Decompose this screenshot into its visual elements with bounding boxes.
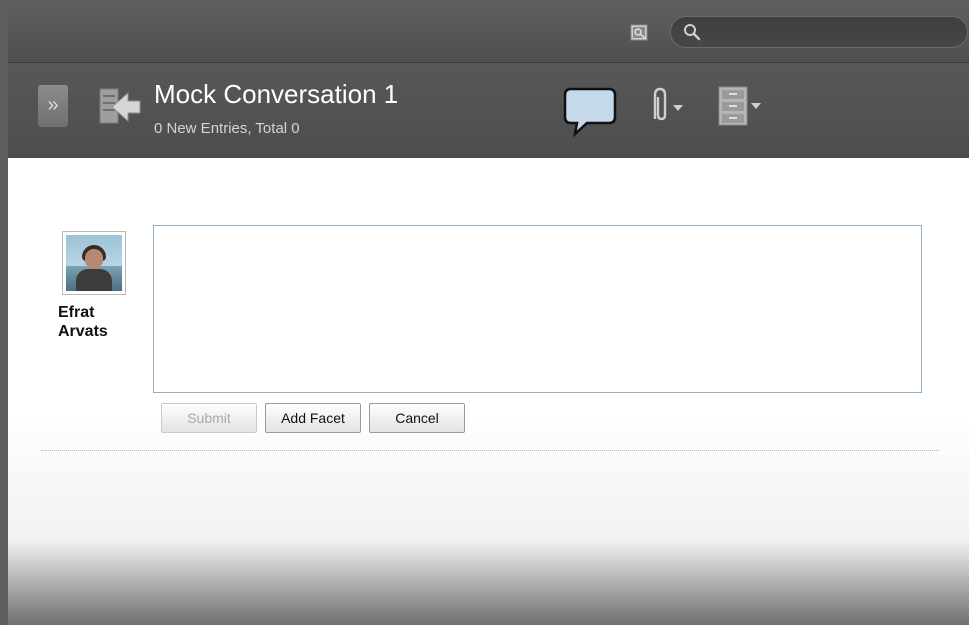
double-chevron-right-icon: »	[47, 94, 59, 116]
speech-bubble-icon[interactable]	[563, 85, 617, 142]
top-toolbar	[8, 0, 969, 63]
conversation-header: » Mock Conversation 1 0 New Entries, Tot…	[8, 63, 969, 158]
back-arrow-icon[interactable]	[96, 85, 142, 134]
avatar-photo	[66, 235, 122, 291]
search-box[interactable]	[670, 16, 968, 48]
entry-textarea[interactable]	[154, 226, 921, 392]
submit-button[interactable]: Submit	[161, 403, 257, 433]
conversation-subtitle: 0 New Entries, Total 0	[154, 120, 300, 137]
author-last-name: Arvats	[58, 323, 108, 340]
conversation-title: Mock Conversation 1	[154, 79, 399, 109]
author-first-name: Efrat	[58, 304, 95, 321]
file-cabinet-icon[interactable]	[714, 83, 766, 136]
avatar[interactable]	[62, 231, 126, 295]
search-icon	[684, 24, 701, 41]
chevron-down-icon	[673, 105, 683, 111]
add-facet-button[interactable]: Add Facet	[265, 403, 361, 433]
entry-editor[interactable]	[153, 225, 922, 393]
media-icon[interactable]	[629, 22, 651, 44]
expand-sidebar-button[interactable]: »	[38, 85, 68, 127]
cancel-button[interactable]: Cancel	[369, 403, 465, 433]
window-frame-left	[0, 0, 8, 625]
compose-area: Efrat Arvats Submit Add Facet Cancel	[8, 158, 969, 625]
search-input[interactable]	[705, 21, 959, 45]
author-name: Efrat Arvats	[58, 303, 138, 341]
paperclip-icon[interactable]	[645, 85, 687, 134]
divider	[41, 450, 939, 451]
